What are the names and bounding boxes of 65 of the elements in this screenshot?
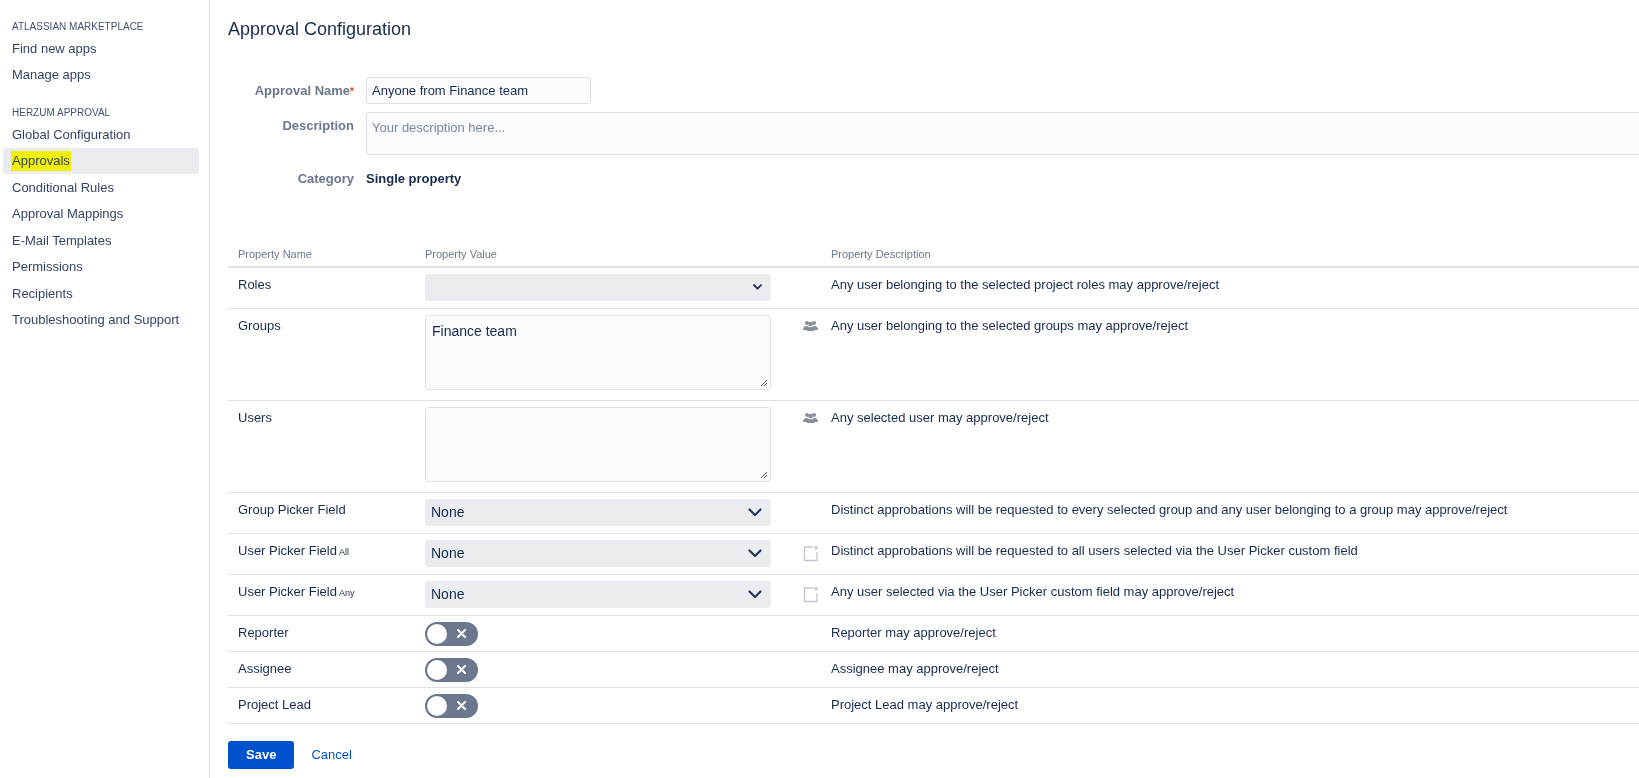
field-label: Approval Name* (254, 83, 354, 98)
property-name: Groups (237, 316, 282, 335)
toggle-switch[interactable] (425, 657, 478, 682)
add-field-icon[interactable] (803, 585, 819, 603)
select-field[interactable]: None (425, 580, 771, 608)
column-header: Property Description (831, 246, 932, 262)
property-name: Assignee (237, 659, 293, 678)
chevron-down-icon (748, 507, 762, 517)
resize-handle-icon[interactable] (760, 470, 768, 479)
description-field[interactable]: Your description here... (366, 112, 1639, 155)
cross-icon (457, 629, 466, 638)
people-icon[interactable] (803, 319, 818, 331)
add-field-icon[interactable] (803, 544, 819, 562)
cross-icon (457, 701, 466, 710)
sidebar-item[interactable]: Approvals (3, 147, 199, 174)
category-value: Single property (366, 170, 463, 188)
required-mark: * (350, 86, 354, 97)
property-description: Distinct approbations will be requested to every selected group and any user belonging to a group may approve/reject (831, 500, 1509, 519)
cross-icon (457, 665, 466, 674)
column-header: Property Name (237, 246, 313, 262)
property-description: Any user selected via the User Picker custom field may approve/reject (831, 582, 1236, 601)
toggle-switch[interactable] (425, 693, 478, 718)
save-button[interactable]: Save (228, 740, 295, 769)
property-name: Reporter (237, 623, 290, 642)
select-field[interactable] (425, 273, 771, 301)
property-description: Any user belonging to the selected project roles may approve/reject (831, 275, 1221, 294)
sidebar-item[interactable]: Global Configuration (3, 121, 199, 148)
property-name: User Picker Field Any (237, 582, 356, 601)
chevron-down-icon (753, 284, 762, 290)
sidebar-item[interactable]: Manage apps (3, 61, 199, 88)
property-description: Reporter may approve/reject (831, 623, 997, 642)
toggle-switch[interactable] (425, 621, 478, 646)
property-name: Project Lead (237, 695, 312, 714)
property-description: Project Lead may approve/reject (831, 695, 1020, 714)
property-name: Roles (237, 275, 273, 294)
chevron-down-icon (748, 589, 762, 599)
property-name: Users (237, 408, 273, 427)
textarea-field[interactable] (425, 406, 771, 482)
sidebar-item[interactable]: Troubleshooting and Support (3, 306, 199, 333)
property-name: User Picker Field All (237, 541, 350, 560)
sidebar-heading: HERZUM APPROVAL (11, 106, 112, 120)
sidebar-item[interactable]: Conditional Rules (3, 174, 199, 201)
sidebar-item[interactable]: Find new apps (3, 35, 199, 62)
cancel-link[interactable]: Cancel (311, 744, 352, 765)
property-description: Distinct approbations will be requested to all users selected via the User Picker custom field (831, 541, 1359, 560)
sidebar-item[interactable]: E-Mail Templates (3, 227, 199, 254)
field-label: Description (282, 118, 354, 133)
people-icon[interactable] (803, 411, 818, 423)
approval-name-field[interactable]: Anyone from Finance team (366, 77, 591, 104)
property-description: Any user belonging to the selected groups may approve/reject (831, 316, 1189, 335)
sidebar-item[interactable]: Recipients (3, 280, 199, 307)
chevron-down-icon (748, 548, 762, 558)
field-label: Category (297, 171, 354, 186)
sidebar-item[interactable]: Approval Mappings (3, 200, 199, 227)
column-header: Property Value (425, 246, 498, 262)
property-description: Any selected user may approve/reject (831, 408, 1050, 427)
select-field[interactable]: None (425, 498, 771, 526)
page-title: Approval Configuration (228, 18, 413, 41)
sidebar-heading: ATLASSIAN MARKETPLACE (11, 20, 145, 34)
property-name: Group Picker Field (237, 500, 347, 519)
textarea-field[interactable]: Finance team (425, 314, 771, 390)
property-description: Assignee may approve/reject (831, 659, 1000, 678)
resize-handle-icon[interactable] (760, 378, 768, 387)
sidebar-item[interactable]: Permissions (3, 253, 199, 280)
select-field[interactable]: None (425, 539, 771, 567)
